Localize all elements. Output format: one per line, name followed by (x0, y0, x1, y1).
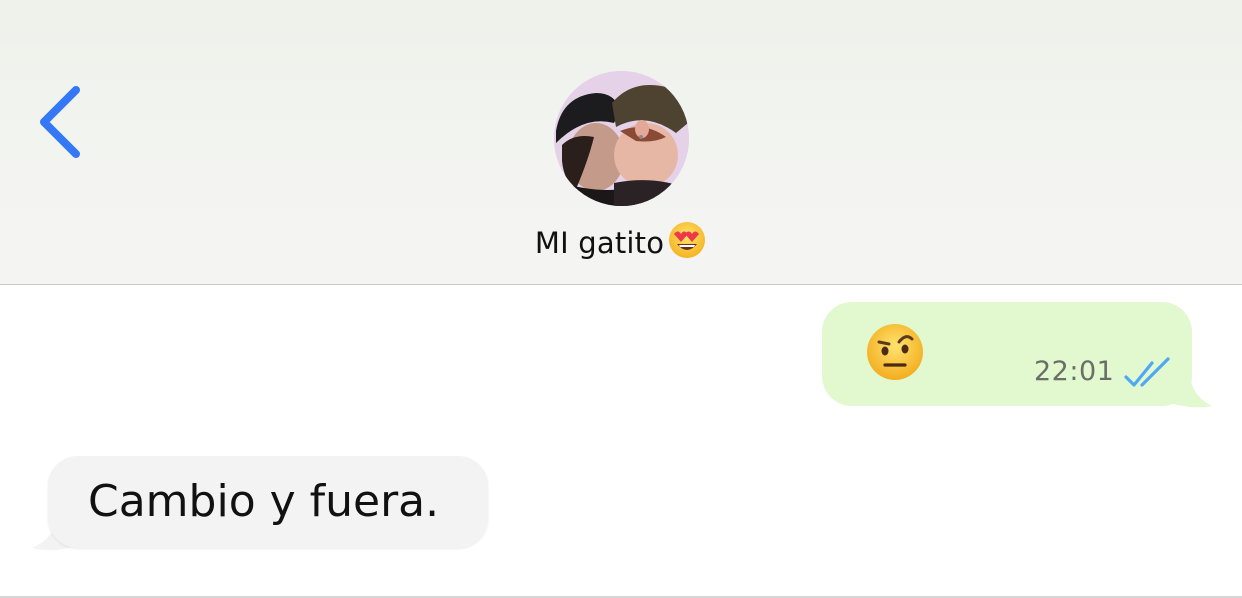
contact-name[interactable]: MI gatito (0, 220, 1242, 260)
incoming-message-bubble[interactable]: Cambio y fuera. (48, 456, 488, 548)
incoming-message-text: Cambio y fuera. (88, 476, 440, 527)
avatar-photo (554, 71, 689, 206)
contact-avatar[interactable] (554, 71, 689, 206)
chat-header: MI gatito (0, 0, 1242, 285)
chat-screen: MI gatito 22:01 Cambio y fuera. (0, 0, 1242, 598)
chevron-left-icon (40, 86, 80, 158)
raised-eyebrow-emoji-icon (865, 322, 925, 386)
heart-eyes-emoji-icon (667, 220, 707, 270)
back-button[interactable] (30, 80, 92, 164)
read-double-check-icon (1124, 357, 1172, 395)
outgoing-message-bubble[interactable]: 22:01 (822, 302, 1192, 406)
contact-name-text: MI gatito (534, 226, 665, 260)
message-timestamp: 22:01 (1034, 356, 1115, 387)
